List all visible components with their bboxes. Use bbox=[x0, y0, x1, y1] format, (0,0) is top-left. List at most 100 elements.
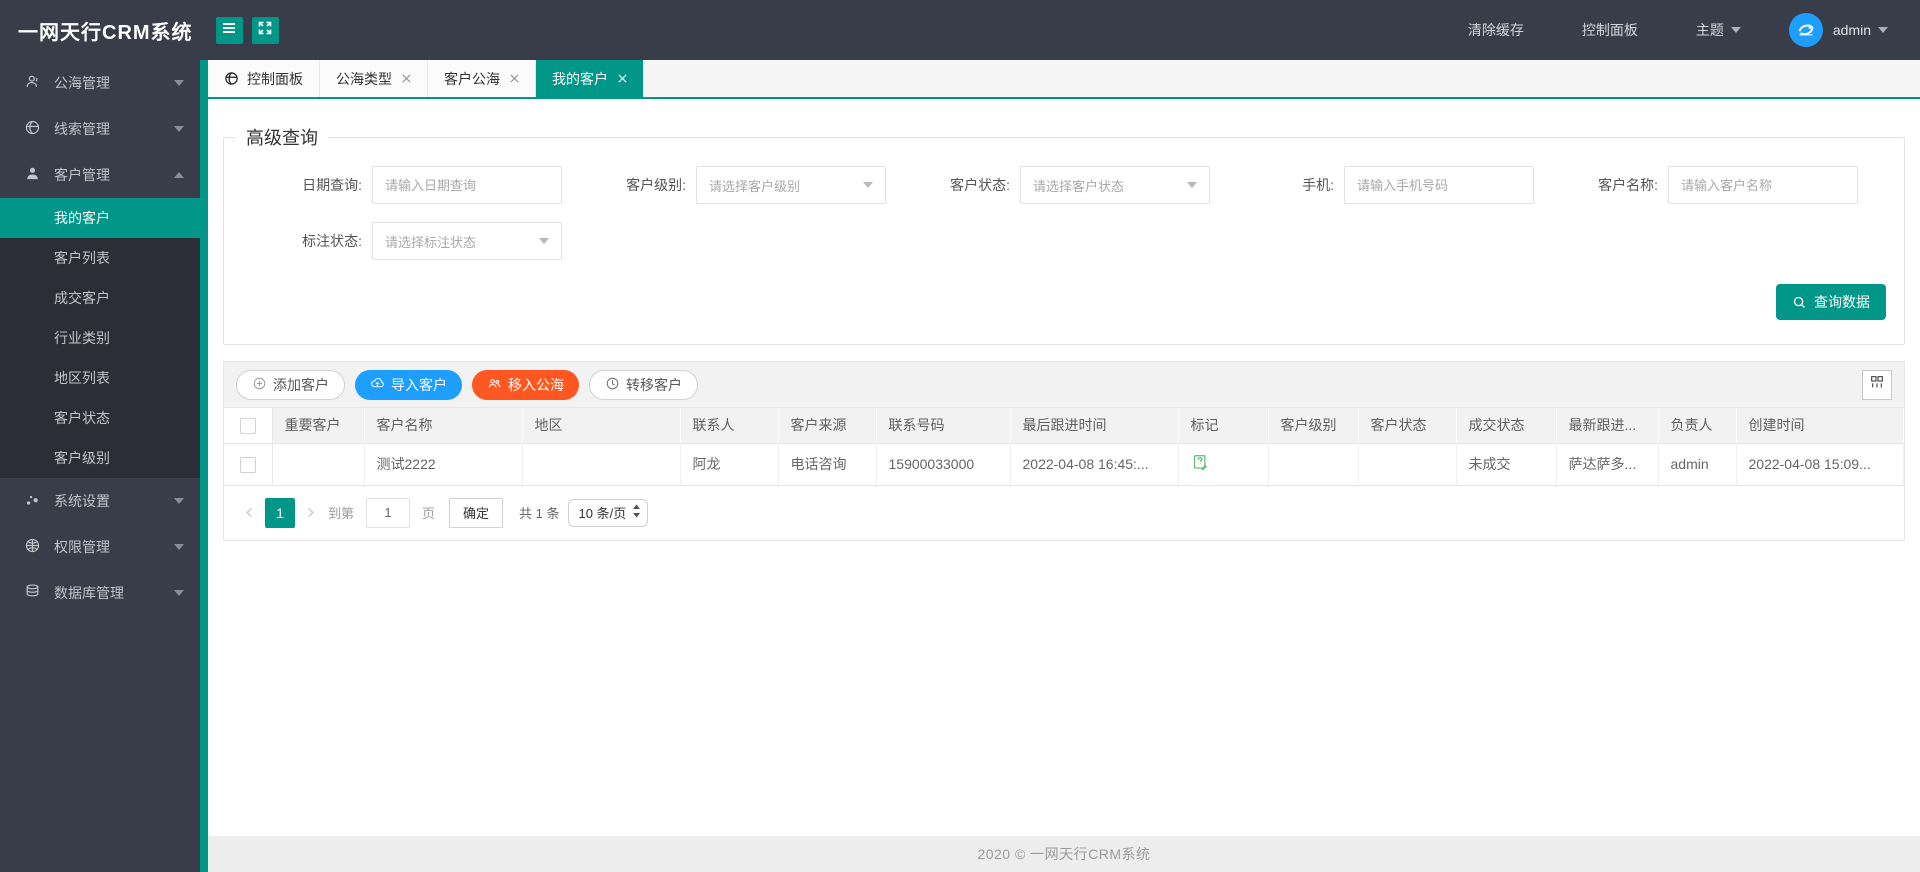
sidebar-subitem-label: 成交客户 bbox=[54, 290, 110, 306]
sidebar-item-customer-management[interactable]: 客户管理 bbox=[0, 152, 200, 198]
hamburger-icon bbox=[221, 20, 237, 41]
query-row-1: 日期查询: 客户级别: 请选择客户级别 客户状态: 请选择客户状态 bbox=[224, 166, 1904, 204]
customer-status-select[interactable]: 请选择客户状态 bbox=[1020, 166, 1210, 204]
select-all-cell bbox=[224, 408, 273, 444]
select-all-checkbox[interactable] bbox=[239, 417, 256, 434]
cell-latest-follow: 萨达萨多... bbox=[1556, 443, 1659, 486]
app-title: 一网天行CRM系统 bbox=[18, 21, 193, 44]
chevron-down-icon bbox=[174, 544, 184, 550]
search-data-button[interactable]: 查询数据 bbox=[1776, 284, 1886, 320]
sidebar-item-label: 数据库管理 bbox=[54, 585, 124, 601]
columns-icon bbox=[1869, 374, 1885, 395]
sidebar-item-label: 系统设置 bbox=[54, 493, 110, 509]
pagination-next-button[interactable] bbox=[299, 507, 322, 518]
sidebar-item-customer-list[interactable]: 客户列表 bbox=[0, 238, 200, 278]
sidebar-item-lead-management[interactable]: 线索管理 bbox=[0, 106, 200, 152]
cell-deal-status: 未成交 bbox=[1456, 443, 1557, 486]
select-placeholder: 请选择标注状态 bbox=[385, 234, 477, 250]
close-icon[interactable] bbox=[402, 74, 411, 83]
query-button-row: 查询数据 bbox=[224, 278, 1904, 344]
field-label: 标注状态: bbox=[302, 233, 362, 249]
clock-icon bbox=[605, 376, 620, 394]
col-last-follow-time: 最后跟进时间 bbox=[1010, 408, 1179, 444]
col-important: 重要客户 bbox=[272, 408, 365, 444]
advanced-query-panel: 高级查询 日期查询: 客户级别: 请选择客户级别 客户状态: bbox=[223, 124, 1905, 345]
pagination-prev-button[interactable] bbox=[238, 507, 261, 518]
button-label: 移入公海 bbox=[508, 376, 564, 393]
cell-phone: 15900033000 bbox=[876, 443, 1011, 486]
theme-dropdown[interactable]: 主题 bbox=[1696, 20, 1741, 40]
col-create-time: 创建时间 bbox=[1736, 408, 1904, 444]
chevron-down-icon bbox=[1730, 27, 1741, 33]
sidebar-item-system-settings[interactable]: 系统设置 bbox=[0, 478, 200, 524]
chevron-up-icon bbox=[174, 172, 184, 178]
user-icon bbox=[24, 165, 54, 185]
fullscreen-button[interactable] bbox=[251, 16, 279, 44]
tab-pool-type[interactable]: 公海类型 bbox=[320, 60, 428, 97]
sidebar-subitem-label: 客户列表 bbox=[54, 250, 110, 266]
mark-status-select[interactable]: 请选择标注状态 bbox=[372, 222, 562, 260]
avatar[interactable] bbox=[1788, 13, 1823, 47]
chevron-down-icon bbox=[863, 182, 873, 188]
sidebar-item-customer-status[interactable]: 客户状态 bbox=[0, 398, 200, 438]
fullscreen-icon bbox=[257, 20, 273, 41]
select-placeholder: 请选择客户级别 bbox=[709, 178, 801, 194]
col-latest-follow: 最新跟进... bbox=[1556, 408, 1659, 444]
page-size-select[interactable]: 10 条/页 bbox=[567, 498, 649, 527]
sidebar-item-industry-category[interactable]: 行业类别 bbox=[0, 318, 200, 358]
close-icon[interactable] bbox=[618, 74, 627, 83]
button-label: 转移客户 bbox=[626, 376, 682, 393]
row-checkbox[interactable] bbox=[239, 456, 256, 473]
username: admin bbox=[1832, 22, 1871, 38]
chevron-down-icon bbox=[1187, 182, 1197, 188]
column-settings-button[interactable] bbox=[1862, 369, 1892, 400]
move-to-pool-button[interactable]: 移入公海 bbox=[472, 369, 579, 400]
phone-input[interactable] bbox=[1344, 166, 1534, 204]
sidebar-item-my-customers[interactable]: 我的客户 bbox=[0, 198, 200, 238]
col-owner: 负责人 bbox=[1658, 408, 1737, 444]
col-deal-status: 成交状态 bbox=[1456, 408, 1557, 444]
customer-level-select[interactable]: 请选择客户级别 bbox=[696, 166, 886, 204]
query-row-2: 标注状态: 请选择标注状态 bbox=[224, 222, 1904, 260]
field-label: 客户级别: bbox=[626, 177, 686, 193]
customer-name-input[interactable] bbox=[1668, 166, 1858, 204]
sidebar: 公海管理 线索管理 客户管理 我的客户 客户列表 成交客户 行业类别 地区列表 … bbox=[0, 60, 200, 872]
collapse-menu-button[interactable] bbox=[215, 16, 243, 44]
sidebar-item-deal-customers[interactable]: 成交客户 bbox=[0, 278, 200, 318]
close-icon[interactable] bbox=[510, 74, 519, 83]
sidebar-item-label: 公海管理 bbox=[54, 75, 110, 91]
sidebar-item-pool-management[interactable]: 公海管理 bbox=[0, 60, 200, 106]
nodes-icon bbox=[24, 491, 54, 511]
col-status: 客户状态 bbox=[1358, 408, 1457, 444]
goto-confirm-button[interactable]: 确定 bbox=[449, 497, 504, 528]
tab-customer-pool[interactable]: 客户公海 bbox=[428, 60, 536, 97]
date-query-input[interactable] bbox=[372, 166, 562, 204]
tab-bar: 控制面板 公海类型 客户公海 我的客户 bbox=[208, 60, 1920, 99]
user-dropdown[interactable]: admin bbox=[1833, 22, 1888, 38]
transfer-customer-button[interactable]: 转移客户 bbox=[589, 369, 698, 400]
chevron-down-icon bbox=[539, 238, 549, 244]
import-customer-button[interactable]: 导入客户 bbox=[355, 369, 462, 400]
cell-mark bbox=[1178, 443, 1269, 486]
mark-question-edit-icon[interactable] bbox=[1191, 453, 1210, 472]
sidebar-item-database-management[interactable]: 数据库管理 bbox=[0, 570, 200, 616]
sidebar-item-region-list[interactable]: 地区列表 bbox=[0, 358, 200, 398]
tab-label: 我的客户 bbox=[552, 70, 608, 87]
goto-page-input[interactable] bbox=[366, 497, 411, 528]
pagination-page-1[interactable]: 1 bbox=[265, 497, 295, 528]
add-customer-button[interactable]: 添加客户 bbox=[236, 369, 345, 400]
tab-my-customers[interactable]: 我的客户 bbox=[536, 60, 644, 97]
control-panel-link[interactable]: 控制面板 bbox=[1582, 20, 1638, 40]
tab-label: 客户公海 bbox=[444, 70, 500, 87]
clear-cache-link[interactable]: 清除缓存 bbox=[1468, 20, 1524, 40]
sidebar-item-customer-level[interactable]: 客户级别 bbox=[0, 438, 200, 478]
col-source: 客户来源 bbox=[778, 408, 877, 444]
plus-circle-icon bbox=[252, 376, 267, 394]
tab-dashboard[interactable]: 控制面板 bbox=[208, 60, 320, 97]
button-label: 添加客户 bbox=[273, 376, 329, 393]
cell-customer-name: 测试2222 bbox=[364, 443, 523, 486]
sidebar-item-permission-management[interactable]: 权限管理 bbox=[0, 524, 200, 570]
customer-table-panel: 添加客户 导入客户 移入公海 转移客户 重要客户 客户名称 地区 联系人 客户来… bbox=[223, 361, 1905, 541]
customer-management-submenu: 我的客户 客户列表 成交客户 行业类别 地区列表 客户状态 客户级别 bbox=[0, 198, 200, 478]
table-toolbar: 添加客户 导入客户 移入公海 转移客户 bbox=[224, 362, 1904, 408]
